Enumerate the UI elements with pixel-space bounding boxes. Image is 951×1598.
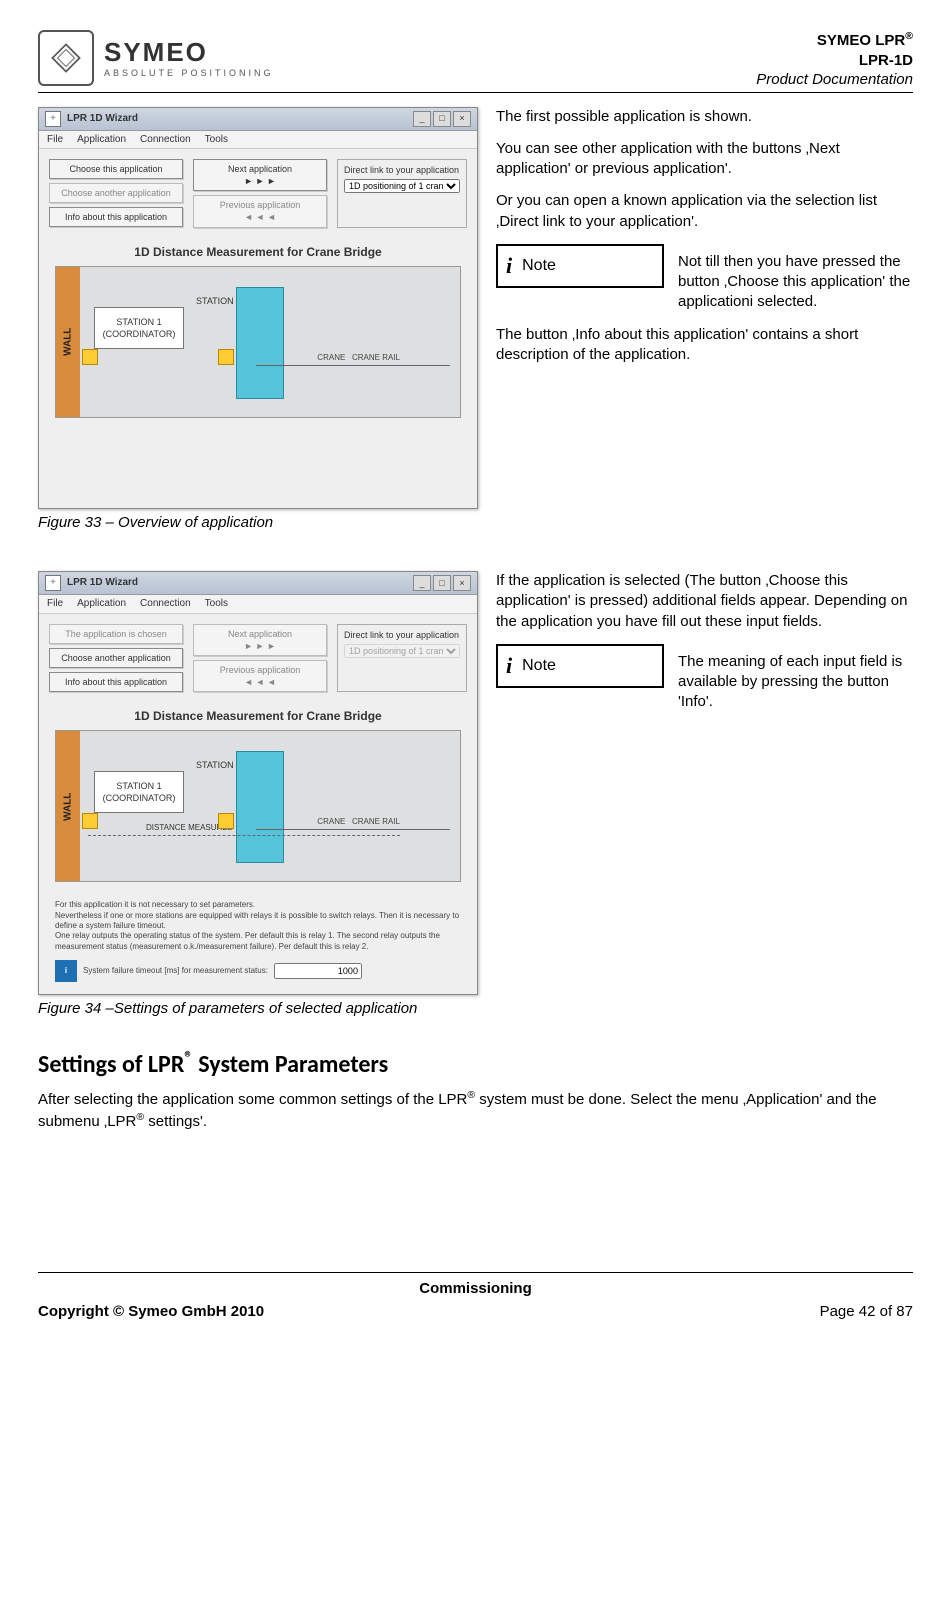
distance-arrow <box>88 835 400 836</box>
close-icon[interactable]: × <box>453 575 471 591</box>
body-text: You can see other application with the b… <box>496 139 913 180</box>
station1-box: STATION 1 (COORDINATOR) <box>94 771 184 813</box>
crane-bridge-icon <box>236 751 284 863</box>
section-heading: Settings of LPR® System Parameters <box>38 1047 913 1081</box>
note-label: Note <box>522 655 556 677</box>
menu-file[interactable]: File <box>47 133 63 147</box>
menu-tools[interactable]: Tools <box>205 597 228 611</box>
scene-title: 1D Distance Measurement for Crane Bridge <box>39 702 477 730</box>
prev-app-button: Previous application◄ ◄ ◄ <box>193 660 327 692</box>
timeout-label: System failure timeout [ms] for measurem… <box>83 966 268 976</box>
brand-text: SYMEO <box>104 39 274 65</box>
footer-copyright: Copyright © Symeo GmbH 2010 <box>38 1302 264 1322</box>
station1-box: STATION 1 (COORDINATOR) <box>94 307 184 349</box>
figure33-caption: Figure 33 – Overview of application <box>38 513 478 533</box>
menu-file[interactable]: File <box>47 597 63 611</box>
crane-rail-line <box>256 829 450 830</box>
direct-link-select[interactable]: 1D positioning of 1 crane bridge 1 <box>344 179 460 193</box>
direct-link-label: Direct link to your application <box>344 630 459 640</box>
scene-diagram: WALL STATION 1 (COORDINATOR) STATION 2 C… <box>55 266 461 418</box>
choose-app-button[interactable]: Choose this application <box>49 159 183 179</box>
scene-diagram: WALL STATION 1 (COORDINATOR) STATION 2 D… <box>55 730 461 882</box>
direct-link-select: 1D positioning of 1 crane bridge 1 <box>344 644 460 658</box>
body-text: The first possible application is shown. <box>496 107 913 127</box>
next-app-button[interactable]: Next application► ► ► <box>193 159 327 191</box>
choose-other-button[interactable]: Choose another application <box>49 183 183 203</box>
app-icon <box>45 575 61 591</box>
page-footer: Commissioning Copyright © Symeo GmbH 201… <box>38 1272 913 1322</box>
maximize-icon[interactable]: □ <box>433 575 451 591</box>
footer-page-number: Page 42 of 87 <box>820 1302 913 1322</box>
close-icon[interactable]: × <box>453 111 471 127</box>
page-header: SYMEO ABSOLUTE POSITIONING SYMEO LPR® LP… <box>38 30 913 93</box>
choose-other-button[interactable]: Choose another application <box>49 648 183 668</box>
menu-application[interactable]: Application <box>77 133 126 147</box>
note-box: i Note <box>496 644 664 688</box>
note-label: Note <box>522 255 556 277</box>
direct-link-group: Direct link to your application 1D posit… <box>337 624 467 693</box>
info-app-button[interactable]: Info about this application <box>49 207 183 227</box>
sensor-icon <box>218 349 234 365</box>
sensor-icon <box>82 813 98 829</box>
scene-title: 1D Distance Measurement for Crane Bridge <box>39 238 477 266</box>
body-text: The button ‚Info about this application'… <box>496 325 913 366</box>
parameter-text: For this application it is not necessary… <box>39 892 477 994</box>
screenshot-fig34: LPR 1D Wizard _ □ × File Application Con… <box>38 571 478 995</box>
note-box: i Note <box>496 244 664 288</box>
sensor-icon <box>218 813 234 829</box>
section-paragraph: After selecting the application some com… <box>38 1088 913 1133</box>
menu-application[interactable]: Application <box>77 597 126 611</box>
direct-link-label: Direct link to your application <box>344 165 459 175</box>
registered-mark: ® <box>905 30 913 42</box>
info-icon: i <box>506 251 512 281</box>
header-right: SYMEO LPR® LPR-1D Product Documentation <box>756 30 913 90</box>
note-text: Not till then you have pressed the butto… <box>678 244 913 313</box>
body-text: If the application is selected (The butt… <box>496 571 913 632</box>
logo-block: SYMEO ABSOLUTE POSITIONING <box>38 30 274 86</box>
menu-connection[interactable]: Connection <box>140 597 191 611</box>
prev-app-button[interactable]: Previous application◄ ◄ ◄ <box>193 195 327 227</box>
brand-tagline: ABSOLUTE POSITIONING <box>104 69 274 78</box>
window-title: LPR 1D Wizard <box>67 112 407 126</box>
header-line1: SYMEO LPR <box>817 32 905 49</box>
figure34-caption: Figure 34 –Settings of parameters of sel… <box>38 999 478 1019</box>
wall-label: WALL <box>61 792 75 820</box>
sensor-icon <box>82 349 98 365</box>
body-text: Or you can open a known application via … <box>496 191 913 232</box>
logo-icon <box>38 30 94 86</box>
app-icon <box>45 111 61 127</box>
menu-tools[interactable]: Tools <box>205 133 228 147</box>
menu-bar[interactable]: File Application Connection Tools <box>39 131 477 150</box>
info-app-button[interactable]: Info about this application <box>49 672 183 692</box>
info-icon: i <box>506 651 512 681</box>
info-blue-icon[interactable]: i <box>55 960 77 982</box>
station2-label: STATION 2 <box>196 759 241 771</box>
window-title: LPR 1D Wizard <box>67 576 407 590</box>
minimize-icon[interactable]: _ <box>413 575 431 591</box>
header-line3: Product Documentation <box>756 70 913 90</box>
maximize-icon[interactable]: □ <box>433 111 451 127</box>
menu-connection[interactable]: Connection <box>140 133 191 147</box>
header-line2: LPR-1D <box>756 51 913 71</box>
crane-bridge-icon <box>236 287 284 399</box>
crane-rail-line <box>256 365 450 366</box>
wall-label: WALL <box>61 328 75 356</box>
app-chosen-button: The application is chosen <box>49 624 183 644</box>
station2-label: STATION 2 <box>196 295 241 307</box>
note-text: The meaning of each input field is avail… <box>678 644 913 713</box>
footer-center: Commissioning <box>38 1279 913 1299</box>
minimize-icon[interactable]: _ <box>413 111 431 127</box>
timeout-input[interactable] <box>274 963 362 979</box>
next-app-button: Next application► ► ► <box>193 624 327 656</box>
screenshot-fig33: LPR 1D Wizard _ □ × File Application Con… <box>38 107 478 509</box>
menu-bar[interactable]: File Application Connection Tools <box>39 595 477 614</box>
direct-link-group: Direct link to your application 1D posit… <box>337 159 467 228</box>
